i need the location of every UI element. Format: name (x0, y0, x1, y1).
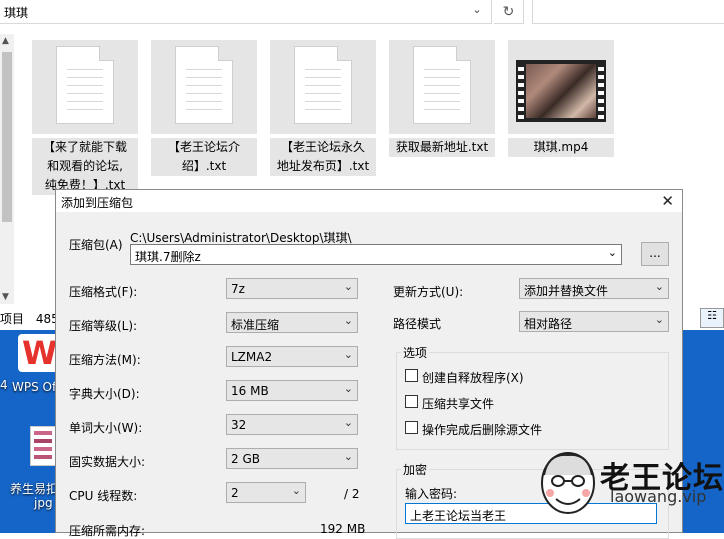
address-text: 琪琪 (4, 6, 29, 20)
video-file-icon (508, 40, 614, 134)
update-select[interactable]: 添加并替换文件 ⌄ (519, 278, 669, 299)
sfx-label[interactable]: 创建自释放程序(X) (422, 369, 524, 386)
format-label: 压缩格式(F): (69, 285, 138, 299)
chevron-down-icon: ⌄ (654, 280, 664, 293)
file-item[interactable]: 琪琪.mp4 (508, 40, 614, 157)
scrollbar-thumb[interactable] (2, 52, 12, 222)
scroll-up-icon[interactable]: ▲ (2, 36, 9, 46)
search-input[interactable] (532, 0, 724, 24)
address-bar[interactable]: 琪琪 ⌄ (0, 0, 492, 24)
chevron-down-icon: ⌄ (654, 313, 664, 326)
file-name: 【老王论坛介 绍】.txt (151, 138, 257, 176)
file-item[interactable]: 【老王论坛介 绍】.txt (151, 40, 257, 176)
shared-label[interactable]: 压缩共享文件 (422, 395, 494, 412)
text-file-icon (32, 40, 138, 134)
cpu-total: / 2 (344, 487, 360, 501)
file-name: 获取最新地址.txt (389, 138, 495, 157)
path-label: 路径模式 (393, 317, 442, 331)
word-select[interactable]: 32 ⌄ (226, 414, 358, 435)
details-view-icon[interactable]: ☷ (700, 308, 724, 328)
chevron-down-icon[interactable]: ⌄ (608, 246, 617, 259)
old-man-face-icon (541, 452, 595, 514)
format-select[interactable]: 7z ⌄ (226, 278, 358, 299)
browse-button[interactable]: ... (641, 242, 669, 266)
chevron-down-icon: ⌄ (343, 280, 353, 293)
watermark-url: laowang.vip (610, 487, 707, 506)
refresh-icon[interactable]: ↻ (494, 0, 524, 24)
sfx-checkbox[interactable] (405, 369, 418, 382)
level-label: 压缩等级(L): (69, 319, 138, 333)
status-items-label: 项目 (0, 312, 25, 326)
file-item[interactable]: 【老王论坛永久 地址发布页】.txt (270, 40, 376, 176)
chevron-down-icon: ⌄ (291, 484, 301, 497)
encryption-title: 加密 (401, 461, 430, 478)
update-label: 更新方式(U): (393, 285, 464, 299)
memory-value: 192 MB (320, 522, 366, 536)
chevron-down-icon: ⌄ (343, 314, 353, 327)
desktop-item-image[interactable]: 养生易扣 (10, 480, 58, 497)
chevron-down-icon: ⌄ (343, 382, 353, 395)
chevron-down-icon: ⌄ (343, 450, 353, 463)
chevron-down-icon: ⌄ (343, 348, 353, 361)
method-select[interactable]: LZMA2 ⌄ (226, 346, 358, 367)
path-select[interactable]: 相对路径 ⌄ (519, 311, 669, 332)
desktop-edge-marker: 4 (0, 378, 8, 392)
close-icon[interactable]: ✕ (661, 192, 674, 210)
dialog-title: 添加到压缩包 (61, 196, 134, 210)
file-name: 【老王论坛永久 地址发布页】.txt (270, 138, 376, 176)
dict-label: 字典大小(D): (69, 387, 140, 401)
solid-select[interactable]: 2 GB ⌄ (226, 448, 358, 469)
text-file-icon (151, 40, 257, 134)
text-file-icon (389, 40, 495, 134)
delete-source-checkbox[interactable] (405, 421, 418, 434)
text-file-icon (270, 40, 376, 134)
chevron-down-icon: ⌄ (343, 416, 353, 429)
level-select[interactable]: 标准压缩 ⌄ (226, 312, 358, 333)
status-bar: 项目 485 (0, 310, 60, 328)
word-label: 单词大小(W): (69, 421, 143, 435)
memory-label: 压缩所需内存: (69, 524, 146, 538)
cpu-select[interactable]: 2 ⌄ (226, 482, 306, 503)
method-label: 压缩方法(M): (69, 353, 141, 367)
file-item[interactable]: 获取最新地址.txt (389, 40, 495, 157)
scroll-down-icon[interactable]: ▼ (2, 292, 9, 302)
options-title: 选项 (401, 344, 430, 361)
file-name: 琪琪.mp4 (508, 138, 614, 157)
wps-icon[interactable] (18, 334, 58, 372)
image-file-icon[interactable] (30, 426, 56, 466)
shared-checkbox[interactable] (405, 395, 418, 408)
solid-label: 固实数据大小: (69, 455, 146, 469)
dict-select[interactable]: 16 MB ⌄ (226, 380, 358, 401)
desktop-item-image-ext: jpg (34, 496, 53, 510)
chevron-down-icon[interactable]: ⌄ (470, 3, 484, 19)
vertical-scrollbar[interactable]: ▲ ▼ (0, 34, 14, 304)
file-item[interactable]: 【来了就能下载 和观看的论坛, 纯免费！】.txt (32, 40, 138, 195)
laowang-watermark: 老王论坛 laowang.vip (534, 447, 724, 533)
desktop-item-wps[interactable]: WPS Of (12, 380, 56, 394)
archive-name-input[interactable]: 琪琪.7删除z ⌄ (130, 244, 622, 265)
password-label: 输入密码: (405, 487, 458, 501)
archive-label: 压缩包(A) (69, 238, 123, 252)
dialog-titlebar[interactable]: 添加到压缩包 ✕ (56, 190, 682, 212)
delete-source-label[interactable]: 操作完成后删除源文件 (422, 421, 542, 438)
file-name: 【来了就能下载 和观看的论坛, 纯免费！】.txt (32, 138, 138, 195)
cpu-label: CPU 线程数: (69, 489, 138, 503)
